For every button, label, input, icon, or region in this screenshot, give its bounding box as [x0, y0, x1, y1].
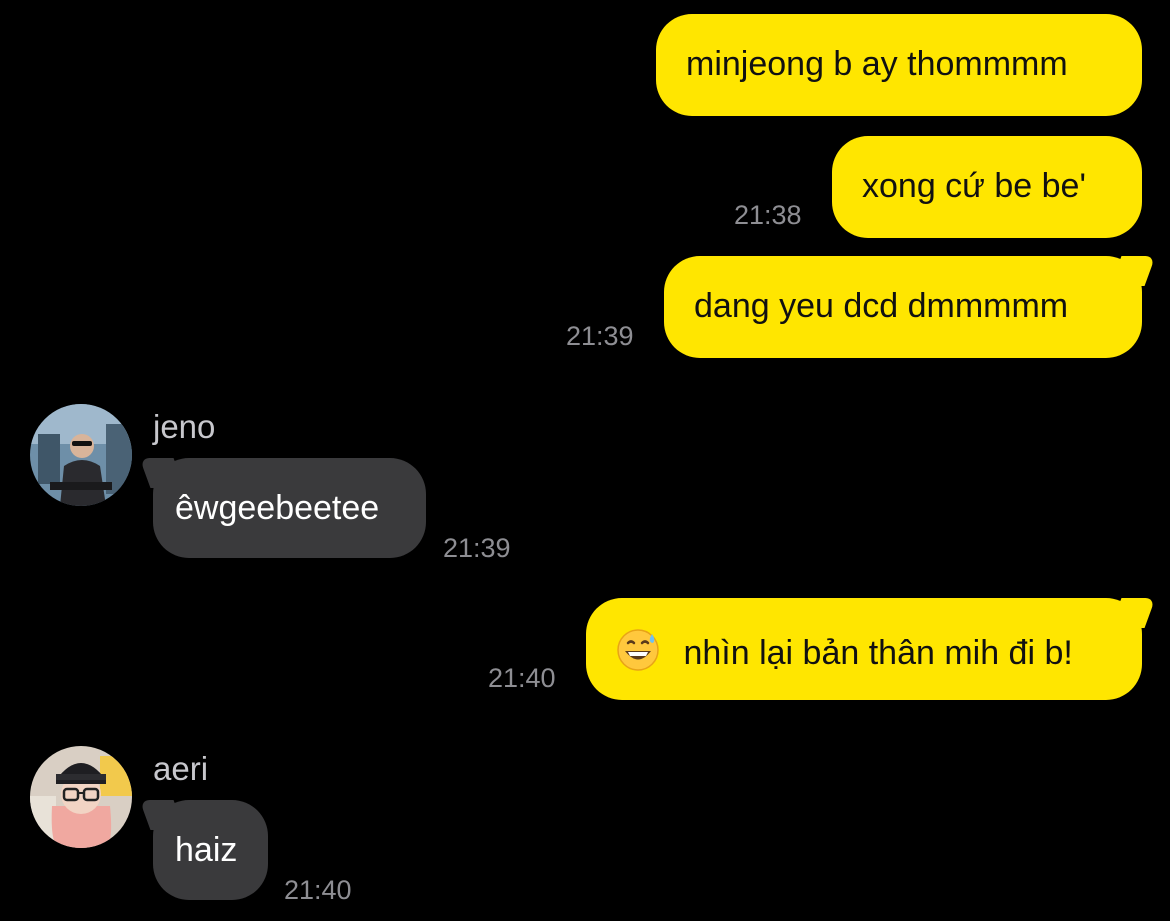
grinning-face-with-sweat-emoji-icon [616, 628, 660, 672]
message-timestamp: 21:40 [488, 663, 556, 693]
bubble-tail [1110, 256, 1156, 286]
message-timestamp: 21:40 [284, 875, 352, 905]
message-text: êwgeebeetee [175, 489, 380, 527]
incoming-message-bubble[interactable]: haiz [139, 800, 268, 900]
message-timestamp: 21:39 [443, 533, 511, 563]
bubble-tail [139, 800, 185, 830]
bubble-tail [1110, 598, 1156, 628]
sender-name: jeno [153, 408, 216, 445]
jeno-avatar-icon[interactable] [30, 404, 132, 506]
outgoing-message-bubble[interactable]: dang yeu dcd dmmmmm [664, 256, 1156, 358]
outgoing-message-bubble[interactable]: nhìn lại bản thân mih đi b! [586, 598, 1156, 700]
incoming-message-bubble[interactable]: êwgeebeetee [139, 458, 426, 558]
message-text: minjeong b ay thommmm [686, 45, 1068, 83]
message-text: xong cứ be be' [862, 167, 1086, 205]
outgoing-message-bubble[interactable]: xong cứ be be' [832, 136, 1142, 238]
chat-thread: minjeong b ay thommmm 21:38 xong cứ be b… [0, 0, 1170, 921]
sender-name: aeri [153, 750, 209, 787]
message-text: haiz [175, 831, 238, 869]
message-timestamp: 21:38 [734, 200, 802, 230]
message-text: dang yeu dcd dmmmmm [694, 287, 1069, 325]
message-timestamp: 21:39 [566, 321, 634, 351]
bubble-tail [139, 458, 185, 488]
outgoing-message-bubble[interactable]: minjeong b ay thommmm [656, 14, 1142, 116]
message-text: nhìn lại bản thân mih đi b! [683, 634, 1073, 672]
aeri-avatar-icon[interactable] [30, 746, 132, 848]
